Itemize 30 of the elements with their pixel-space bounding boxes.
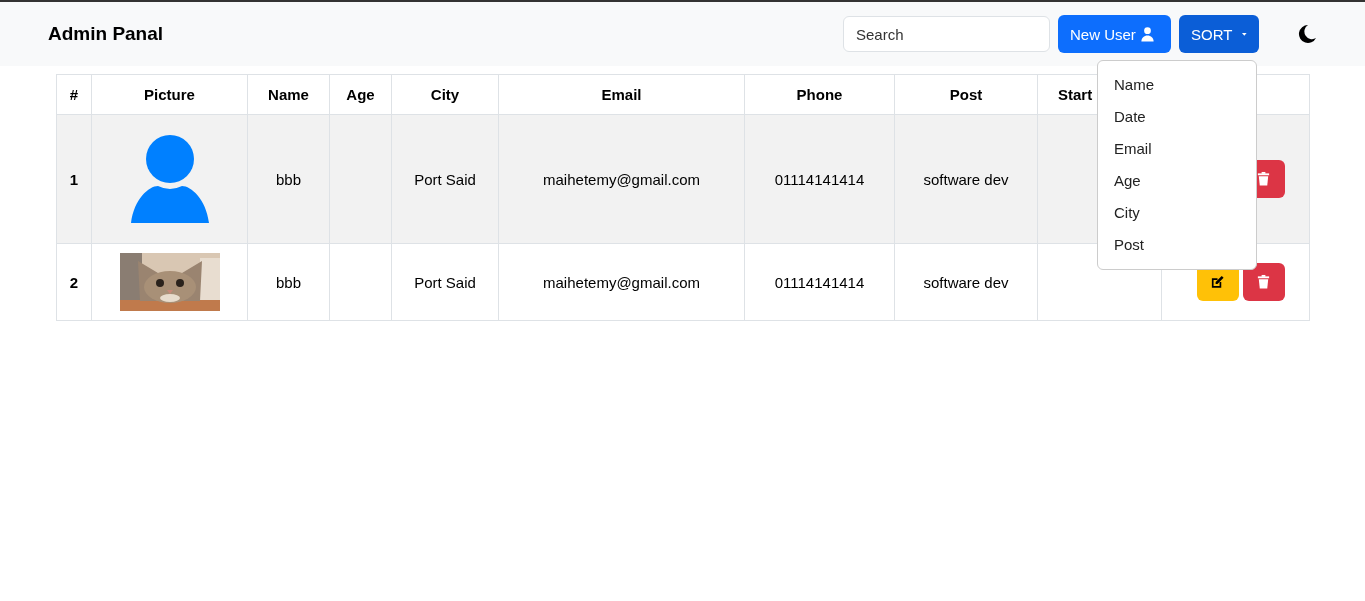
table-cell: bbb (247, 243, 330, 321)
table-cell: Port Said (391, 243, 499, 321)
table-cell: bbb (247, 114, 330, 244)
menu-item[interactable]: Email (1098, 133, 1256, 165)
column-header: Post (894, 74, 1038, 115)
column-header: Phone (744, 74, 895, 115)
table-cell: Port Said (391, 114, 499, 244)
table-cell: software dev (894, 243, 1038, 321)
new-user-button[interactable]: New User (1058, 15, 1171, 53)
column-header: Picture (91, 74, 248, 115)
brand-title: Admin Panal (48, 23, 164, 45)
table-cell: software dev (894, 114, 1038, 244)
menu-item[interactable]: Name (1098, 69, 1256, 101)
menu-item[interactable]: Post (1098, 229, 1256, 261)
menu-item[interactable]: Age (1098, 165, 1256, 197)
sort-button[interactable]: SORT (1179, 15, 1259, 53)
menu-item[interactable]: City (1098, 197, 1256, 229)
column-header: City (391, 74, 499, 115)
table-cell: maihetemy@gmail.com (498, 114, 745, 244)
column-header: Email (498, 74, 745, 115)
column-header: Age (329, 74, 392, 115)
table-cell: 1 (56, 114, 92, 244)
menu-item[interactable]: Date (1098, 101, 1256, 133)
table-cell: 01114141414 (744, 243, 895, 321)
column-header: Name (247, 74, 330, 115)
search-field[interactable]: Search (843, 16, 1050, 52)
table-cell: 01114141414 (744, 114, 895, 244)
table-cell: 2 (56, 243, 92, 321)
table-cell: maihetemy@gmail.com (498, 243, 745, 321)
column-header: # (56, 74, 92, 115)
